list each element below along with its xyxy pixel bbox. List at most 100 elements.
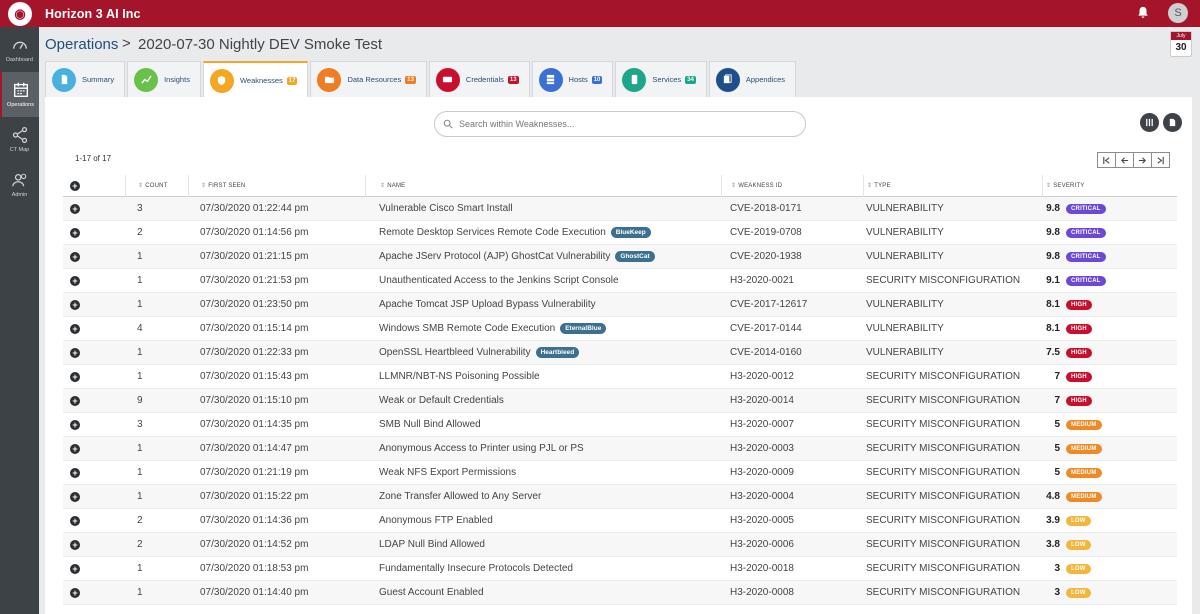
nav-item-operations[interactable]: Operations bbox=[0, 72, 39, 117]
expand-row-icon[interactable]: + bbox=[70, 467, 80, 478]
type-cell: SECURITY MISCONFIGURATION bbox=[866, 467, 1021, 478]
weakness-name[interactable]: LLMNR/NBT-NS Poisoning Possible bbox=[379, 371, 540, 382]
first-page-button[interactable] bbox=[1097, 152, 1116, 168]
table-row[interactable]: +3 07/30/2020 01:14:35 pm SMB Null Bind Al… bbox=[63, 413, 1177, 437]
expand-row-icon[interactable]: + bbox=[70, 491, 80, 502]
table-row[interactable]: +1 07/30/2020 01:14:47 pm Anonymous Access… bbox=[63, 437, 1177, 461]
table-row[interactable]: +1 07/30/2020 01:22:33 pm OpenSSL Heartble… bbox=[63, 341, 1177, 365]
column-header-type[interactable]: ⇕ TYPE bbox=[863, 174, 1042, 197]
expand-row-icon[interactable]: + bbox=[70, 395, 80, 406]
expand-all-icon[interactable]: + bbox=[70, 180, 80, 191]
table-row[interactable]: +1 07/30/2020 01:14:40 pm Guest Account En… bbox=[63, 581, 1177, 605]
table-row[interactable]: +1 07/30/2020 01:21:15 pm Apache JServ Pro… bbox=[63, 245, 1177, 269]
weakness-name[interactable]: LDAP Null Bind Allowed bbox=[379, 539, 485, 550]
tab-credentials[interactable]: Credentials 13 bbox=[428, 61, 530, 97]
avatar[interactable]: S bbox=[1168, 3, 1188, 23]
nav-item-ct-map[interactable]: CT Map bbox=[0, 117, 39, 162]
weakness-name[interactable]: Anonymous FTP Enabled bbox=[379, 515, 493, 526]
weakness-name[interactable]: Guest Account Enabled bbox=[379, 587, 484, 598]
weakness-name[interactable]: Fundamentally Insecure Protocols Detecte… bbox=[379, 563, 573, 574]
date-calendar-icon[interactable]: July 30 bbox=[1170, 31, 1192, 57]
tab-summary[interactable]: Summary bbox=[45, 61, 126, 97]
table-row[interactable]: +1 07/30/2020 01:15:22 pm Zone Transfer Al… bbox=[63, 485, 1177, 509]
weakness-id-cell: H3-2020-0008 bbox=[730, 587, 794, 598]
pagination bbox=[1097, 152, 1170, 168]
name-cell: LDAP Null Bind Allowed bbox=[365, 533, 721, 557]
expand-cell: + bbox=[63, 365, 125, 389]
expand-all-cell: + bbox=[63, 175, 125, 197]
table-row[interactable]: +1 07/30/2020 01:23:50 pm Apache Tomcat JS… bbox=[63, 293, 1177, 317]
weakness-name[interactable]: Apache JServ Protocol (AJP) GhostCat Vul… bbox=[379, 251, 610, 262]
logo[interactable]: ◉ bbox=[0, 0, 40, 27]
tab-weaknesses[interactable]: Weaknesses 17 bbox=[202, 61, 309, 98]
table-row[interactable]: +2 07/30/2020 01:14:56 pm Remote Desktop S… bbox=[63, 221, 1177, 245]
table-row[interactable]: +1 07/30/2020 01:21:19 pm Weak NFS Export … bbox=[63, 461, 1177, 485]
table-header: + ⇕ COUNT ⇕ FIRST SEEN ⇕ NAME ⇕ WEAKNESS ID … bbox=[63, 174, 1177, 197]
expand-row-icon[interactable]: + bbox=[70, 419, 80, 430]
column-header-first-seen[interactable]: ⇕ FIRST SEEN bbox=[188, 174, 365, 197]
column-header-weakness-id[interactable]: ⇕ WEAKNESS ID bbox=[721, 174, 863, 197]
tab-services[interactable]: Services 34 bbox=[615, 61, 707, 97]
breadcrumb-root[interactable]: Operations bbox=[45, 36, 118, 53]
table-row[interactable]: +1 07/30/2020 01:21:53 pm Unauthenticated … bbox=[63, 269, 1177, 293]
weakness-name[interactable]: Unauthenticated Access to the Jenkins Sc… bbox=[379, 275, 619, 286]
expand-row-icon[interactable]: + bbox=[70, 227, 80, 238]
export-button[interactable] bbox=[1163, 113, 1182, 132]
column-header-count[interactable]: ⇕ COUNT bbox=[125, 174, 188, 197]
weakness-name[interactable]: Remote Desktop Services Remote Code Exec… bbox=[379, 227, 606, 238]
tab-hosts[interactable]: Hosts 10 bbox=[531, 61, 614, 97]
expand-row-icon[interactable]: + bbox=[70, 251, 80, 262]
tab-data-resources[interactable]: Data Resources 13 bbox=[310, 61, 427, 97]
nav-label: CT Map bbox=[9, 147, 30, 153]
expand-row-icon[interactable]: + bbox=[70, 563, 80, 574]
weakness-name[interactable]: Vulnerable Cisco Smart Install bbox=[379, 203, 513, 214]
search-input[interactable] bbox=[459, 119, 789, 129]
bell-icon[interactable] bbox=[1136, 6, 1150, 20]
expand-row-icon[interactable]: + bbox=[70, 299, 80, 310]
column-header-severity[interactable]: ⇕ SEVERITY bbox=[1042, 174, 1177, 197]
nav-item-dashboard[interactable]: Dashboard bbox=[0, 27, 39, 72]
expand-row-icon[interactable]: + bbox=[70, 275, 80, 286]
table-row[interactable]: +9 07/30/2020 01:15:10 pm Weak or Default … bbox=[63, 389, 1177, 413]
last-page-button[interactable] bbox=[1151, 152, 1170, 168]
weakness-name[interactable]: Zone Transfer Allowed to Any Server bbox=[379, 491, 541, 502]
tab-label: Hosts bbox=[568, 75, 588, 84]
column-header-name[interactable]: ⇕ NAME bbox=[365, 174, 721, 197]
type-cell: SECURITY MISCONFIGURATION bbox=[866, 371, 1021, 382]
severity-badge: HIGH bbox=[1066, 371, 1092, 382]
expand-row-icon[interactable]: + bbox=[70, 371, 80, 382]
weakness-name[interactable]: Windows SMB Remote Code Execution bbox=[379, 323, 555, 334]
next-page-button[interactable] bbox=[1133, 152, 1152, 168]
expand-row-icon[interactable]: + bbox=[70, 587, 80, 598]
expand-row-icon[interactable]: + bbox=[70, 323, 80, 334]
expand-row-icon[interactable]: + bbox=[70, 443, 80, 454]
table-row[interactable]: +1 07/30/2020 01:18:53 pm Fundamentally In… bbox=[63, 557, 1177, 581]
table-row[interactable]: +3 07/30/2020 01:22:44 pm Vulnerable Cisco… bbox=[63, 197, 1177, 221]
users-icon bbox=[11, 173, 26, 187]
weakness-name[interactable]: Anonymous Access to Printer using PJL or… bbox=[379, 443, 584, 454]
prev-page-button[interactable] bbox=[1115, 152, 1134, 168]
search-box[interactable] bbox=[434, 111, 806, 137]
expand-row-icon[interactable]: + bbox=[70, 203, 80, 214]
table-row[interactable]: +1 07/30/2020 01:15:43 pm LLMNR/NBT-NS Poi… bbox=[63, 365, 1177, 389]
table-row[interactable]: +4 07/30/2020 01:15:14 pm Windows SMB Remo… bbox=[63, 317, 1177, 341]
severity-score: 7.5 bbox=[1046, 347, 1060, 358]
expand-row-icon[interactable]: + bbox=[70, 515, 80, 526]
weakness-name[interactable]: Apache Tomcat JSP Upload Bypass Vulnerab… bbox=[379, 299, 596, 310]
severity-score: 8.1 bbox=[1046, 299, 1060, 310]
columns-button[interactable] bbox=[1140, 113, 1159, 132]
expand-row-icon[interactable]: + bbox=[70, 347, 80, 358]
expand-cell: + bbox=[63, 197, 125, 221]
column-label: NAME bbox=[387, 182, 406, 189]
weakness-name[interactable]: SMB Null Bind Allowed bbox=[379, 419, 481, 430]
tab-insights[interactable]: Insights bbox=[127, 61, 201, 97]
nav-item-admin[interactable]: Admin bbox=[0, 162, 39, 207]
tab-appendices[interactable]: Appendices bbox=[708, 61, 797, 97]
expand-row-icon[interactable]: + bbox=[70, 539, 80, 550]
weakness-name[interactable]: OpenSSL Heartbleed Vulnerability bbox=[379, 347, 531, 358]
weakness-name[interactable]: Weak or Default Credentials bbox=[379, 395, 504, 406]
first-seen-cell: 07/30/2020 01:21:19 pm bbox=[200, 467, 309, 478]
table-row[interactable]: +2 07/30/2020 01:14:52 pm LDAP Null Bind A… bbox=[63, 533, 1177, 557]
table-row[interactable]: +2 07/30/2020 01:14:36 pm Anonymous FTP En… bbox=[63, 509, 1177, 533]
weakness-name[interactable]: Weak NFS Export Permissions bbox=[379, 467, 516, 478]
